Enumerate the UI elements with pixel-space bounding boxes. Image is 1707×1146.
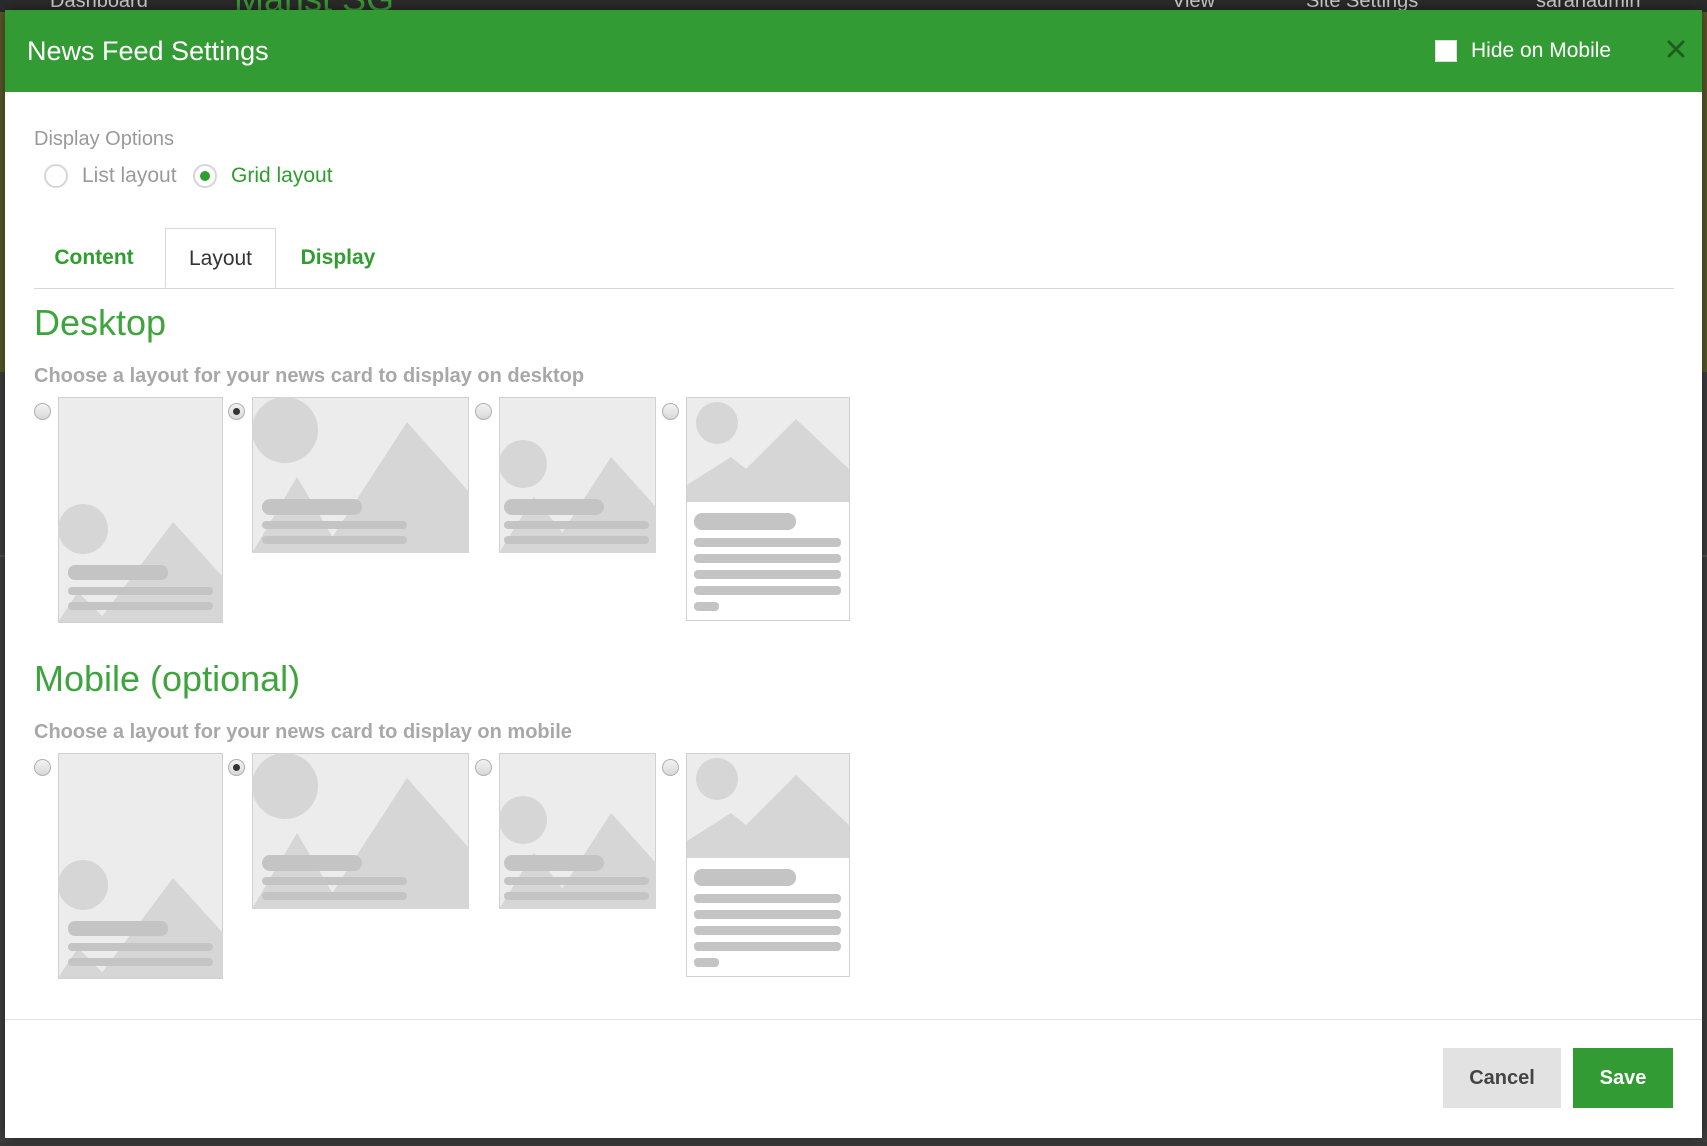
list-layout-radio-circle[interactable] [44, 164, 68, 188]
mobile-layout-radio-2[interactable] [228, 759, 245, 776]
save-button[interactable]: Save [1573, 1048, 1673, 1108]
mobile-subtext: Choose a layout for your news card to di… [34, 721, 572, 743]
desktop-layout-option-3[interactable] [499, 397, 656, 553]
modal-header: News Feed Settings Hide on Mobile [5, 10, 1702, 92]
hide-on-mobile-toggle[interactable]: Hide on Mobile [1435, 39, 1611, 63]
grid-layout-radio-circle[interactable] [193, 164, 217, 188]
desktop-layout-option-4[interactable] [686, 397, 850, 621]
mobile-layout-option-4[interactable] [686, 753, 850, 977]
settings-tabs: Content Layout Display [34, 228, 1674, 289]
mobile-layout-option-2[interactable] [252, 753, 469, 909]
mobile-layout-option-1[interactable] [58, 753, 223, 979]
news-feed-settings-modal: News Feed Settings Hide on Mobile Displa… [5, 10, 1702, 1138]
list-layout-radio[interactable]: List layout [44, 164, 177, 188]
desktop-layout-option-2[interactable] [252, 397, 469, 553]
mobile-layout-option-3[interactable] [499, 753, 656, 909]
hide-on-mobile-checkbox[interactable] [1435, 40, 1457, 62]
mobile-layout-radio-1[interactable] [34, 759, 51, 776]
grid-layout-label: Grid layout [231, 164, 333, 187]
desktop-heading: Desktop [34, 302, 167, 343]
tab-content[interactable]: Content [34, 228, 154, 287]
desktop-layout-radio-2[interactable] [228, 403, 245, 420]
mobile-heading: Mobile (optional) [34, 658, 301, 699]
hide-on-mobile-label: Hide on Mobile [1471, 39, 1612, 62]
cancel-button[interactable]: Cancel [1443, 1048, 1561, 1108]
list-layout-label: List layout [82, 164, 177, 187]
display-options-label: Display Options [34, 128, 175, 150]
modal-title: News Feed Settings [27, 36, 269, 66]
desktop-layout-option-1[interactable] [58, 397, 223, 623]
desktop-subtext: Choose a layout for your news card to di… [34, 365, 585, 387]
mobile-layout-radio-4[interactable] [662, 759, 679, 776]
tab-layout[interactable]: Layout [165, 228, 276, 288]
tab-display[interactable]: Display [278, 228, 398, 287]
desktop-layout-radio-1[interactable] [34, 403, 51, 420]
desktop-layout-radio-4[interactable] [662, 403, 679, 420]
close-icon[interactable] [1665, 38, 1687, 60]
footer-divider [5, 1019, 1702, 1020]
desktop-layout-radio-3[interactable] [475, 403, 492, 420]
mobile-layout-radio-3[interactable] [475, 759, 492, 776]
grid-layout-radio[interactable]: Grid layout [193, 164, 333, 188]
